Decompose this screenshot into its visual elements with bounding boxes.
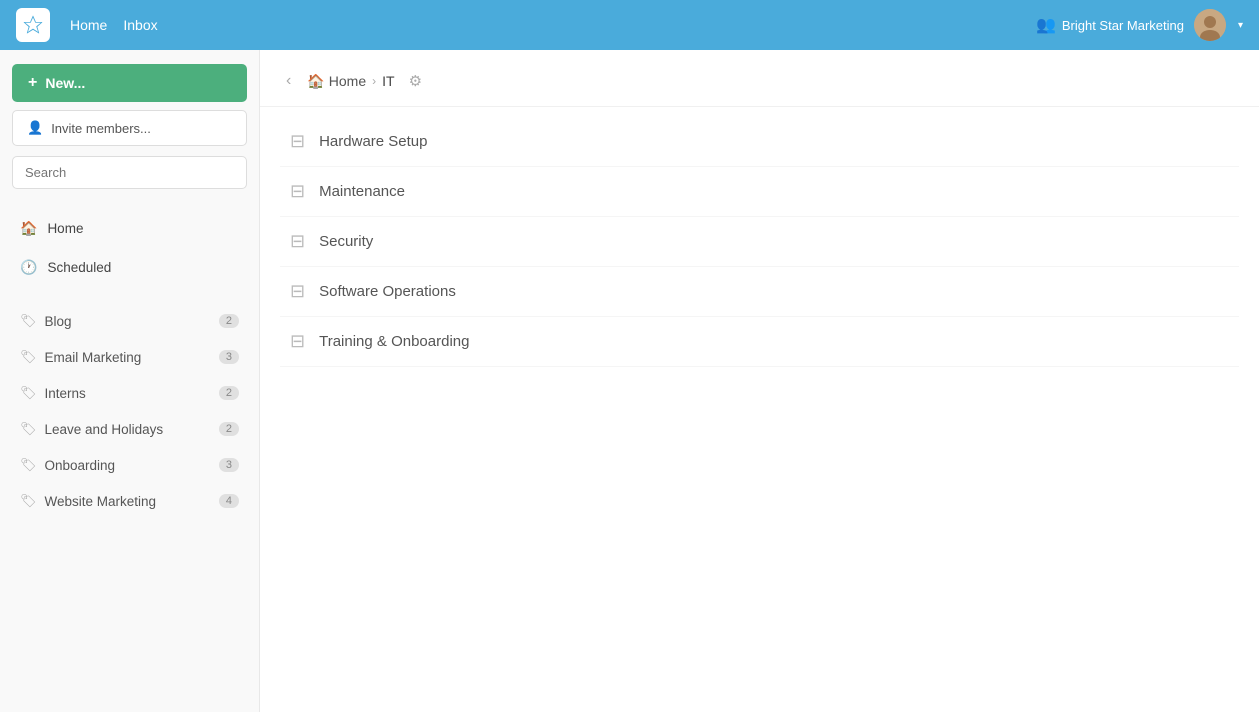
tag-label-website-marketing: Website Marketing (45, 494, 211, 509)
tag-icon-onboarding: 🏷 (20, 457, 37, 473)
invite-members-button[interactable]: 👤 Invite members... (12, 110, 247, 146)
breadcrumb: 🏠 Home › IT (307, 73, 394, 90)
folder-item-security[interactable]: ⊟ Security (280, 217, 1239, 267)
nav-home-link[interactable]: Home (70, 17, 107, 33)
tag-icon-interns: 🏷 (20, 385, 37, 401)
sidebar-item-leave-holidays[interactable]: 🏷 Leave and Holidays 2 (12, 415, 247, 443)
folder-item-hardware-setup[interactable]: ⊟ Hardware Setup (280, 117, 1239, 167)
search-input[interactable] (12, 156, 247, 189)
sidebar-item-email-marketing[interactable]: 🏷 Email Marketing 3 (12, 343, 247, 371)
tag-count-blog: 2 (219, 314, 239, 328)
folder-icon-hardware-setup: ⊟ (290, 131, 305, 152)
tag-label-leave-holidays: Leave and Holidays (45, 422, 211, 437)
org-icon: 👥 (1036, 15, 1056, 35)
sidebar-item-scheduled[interactable]: 🕐 Scheduled (12, 252, 247, 283)
sidebar-home-label: Home (47, 221, 83, 236)
tag-icon-website-marketing: 🏷 (20, 493, 37, 509)
top-nav-right: 👥 Bright Star Marketing ▾ (1036, 9, 1243, 41)
tag-icon-blog: 🏷 (20, 313, 37, 329)
org-selector[interactable]: 👥 Bright Star Marketing (1036, 15, 1184, 35)
main-layout: + New... 👤 Invite members... 🏠 Home 🕐 Sc… (0, 50, 1259, 712)
folder-icon-software-operations: ⊟ (290, 281, 305, 302)
sidebar-scheduled-label: Scheduled (47, 260, 111, 275)
breadcrumb-separator: › (372, 74, 376, 88)
new-button[interactable]: + New... (12, 64, 247, 102)
sidebar-divider-1 (12, 197, 247, 205)
tag-label-interns: Interns (45, 386, 211, 401)
sidebar: + New... 👤 Invite members... 🏠 Home 🕐 Sc… (0, 50, 260, 712)
main-content: ‹ 🏠 Home › IT ⚙ ⊟ Hardware Setup ⊟ Maint… (260, 50, 1259, 712)
breadcrumb-home-icon: 🏠 (307, 73, 324, 90)
folder-name-hardware-setup: Hardware Setup (319, 133, 427, 150)
avatar[interactable] (1194, 9, 1226, 41)
folder-icon-maintenance: ⊟ (290, 181, 305, 202)
folder-icon-training-onboarding: ⊟ (290, 331, 305, 352)
folder-name-maintenance: Maintenance (319, 183, 405, 200)
sidebar-item-blog[interactable]: 🏷 Blog 2 (12, 307, 247, 335)
folder-item-maintenance[interactable]: ⊟ Maintenance (280, 167, 1239, 217)
breadcrumb-home-label: Home (329, 73, 366, 89)
home-icon: 🏠 (20, 220, 37, 237)
new-button-label: New... (45, 75, 85, 91)
tag-count-email-marketing: 3 (219, 350, 239, 364)
avatar-dropdown-arrow[interactable]: ▾ (1238, 20, 1243, 31)
person-icon: 👤 (27, 120, 43, 136)
main-header: ‹ 🏠 Home › IT ⚙ (260, 50, 1259, 107)
sidebar-item-interns[interactable]: 🏷 Interns 2 (12, 379, 247, 407)
folder-name-security: Security (319, 233, 373, 250)
folder-item-software-operations[interactable]: ⊟ Software Operations (280, 267, 1239, 317)
settings-button[interactable]: ⚙ (405, 70, 426, 92)
folder-list: ⊟ Hardware Setup ⊟ Maintenance ⊟ Securit… (260, 107, 1259, 377)
folder-icon-security: ⊟ (290, 231, 305, 252)
tag-icon-email-marketing: 🏷 (20, 349, 37, 365)
tag-count-leave-holidays: 2 (219, 422, 239, 436)
sidebar-item-home[interactable]: 🏠 Home (12, 213, 247, 244)
invite-label: Invite members... (51, 121, 151, 136)
tag-label-blog: Blog (45, 314, 211, 329)
tag-label-onboarding: Onboarding (45, 458, 211, 473)
clock-icon: 🕐 (20, 259, 37, 276)
org-name: Bright Star Marketing (1062, 18, 1184, 33)
tag-icon-leave-holidays: 🏷 (20, 421, 37, 437)
plus-icon: + (28, 74, 37, 92)
folder-name-software-operations: Software Operations (319, 283, 456, 300)
sidebar-item-onboarding[interactable]: 🏷 Onboarding 3 (12, 451, 247, 479)
sidebar-divider-2 (12, 291, 247, 299)
breadcrumb-current: IT (382, 73, 394, 89)
tag-count-onboarding: 3 (219, 458, 239, 472)
app-logo[interactable] (16, 8, 50, 42)
folder-name-training-onboarding: Training & Onboarding (319, 333, 469, 350)
nav-links: Home Inbox (70, 17, 1016, 33)
tag-label-email-marketing: Email Marketing (45, 350, 211, 365)
sidebar-item-website-marketing[interactable]: 🏷 Website Marketing 4 (12, 487, 247, 515)
tag-count-interns: 2 (219, 386, 239, 400)
collapse-sidebar-button[interactable]: ‹ (280, 68, 297, 94)
top-navigation: Home Inbox 👥 Bright Star Marketing ▾ (0, 0, 1259, 50)
nav-inbox-link[interactable]: Inbox (123, 17, 157, 33)
folder-item-training-onboarding[interactable]: ⊟ Training & Onboarding (280, 317, 1239, 367)
breadcrumb-home[interactable]: 🏠 Home (307, 73, 366, 90)
tag-count-website-marketing: 4 (219, 494, 239, 508)
